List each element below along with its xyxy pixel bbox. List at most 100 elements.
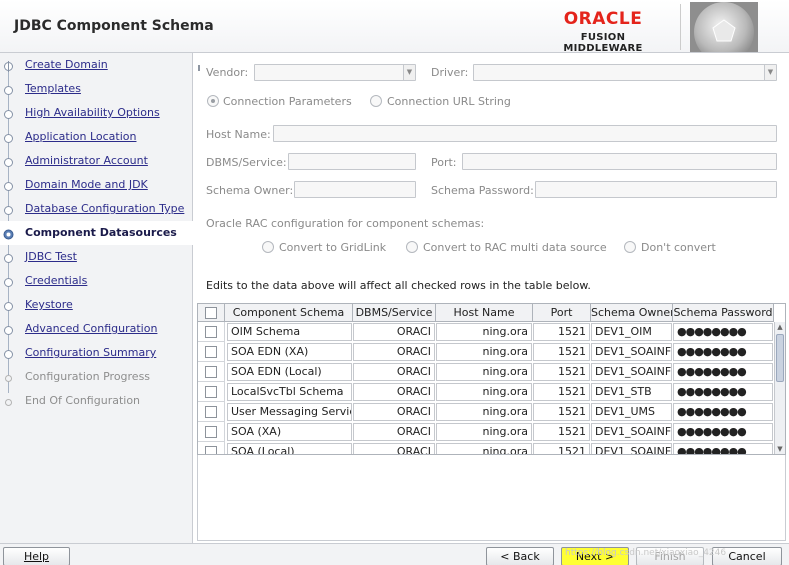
nav-step-templates[interactable]: Templates <box>0 77 193 101</box>
scroll-up-icon[interactable]: ▲ <box>775 322 785 332</box>
table-row[interactable]: SOA (Local) ORACI ning.ora 1521 DEV1_SOA… <box>198 442 774 454</box>
column-header-schema[interactable]: Component Schema <box>225 304 353 322</box>
password-cell[interactable]: ●●●●●●●● <box>673 343 773 361</box>
nav-step-create-domain[interactable]: Create Domain <box>0 53 193 77</box>
nav-step-component-datasources[interactable]: Component Datasources <box>0 221 193 245</box>
step-done-icon <box>4 110 13 119</box>
back-button[interactable]: < Back <box>486 547 554 565</box>
password-cell[interactable]: ●●●●●●●● <box>673 443 773 454</box>
vendor-select[interactable]: ▼ <box>254 64 416 81</box>
port-field[interactable] <box>462 153 777 170</box>
schema-cell[interactable]: SOA EDN (XA) <box>227 343 352 361</box>
password-cell[interactable]: ●●●●●●●● <box>673 363 773 381</box>
table-row[interactable]: OIM Schema ORACI ning.ora 1521 DEV1_OIM … <box>198 322 774 342</box>
row-checkbox[interactable] <box>205 426 217 438</box>
port-cell[interactable]: 1521 <box>533 403 590 421</box>
dbms-cell[interactable]: ORACI <box>353 363 435 381</box>
column-header-owner[interactable]: Schema Owner <box>591 304 673 322</box>
port-cell[interactable]: 1521 <box>533 423 590 441</box>
help-button[interactable]: Help <box>3 547 70 565</box>
table-row[interactable]: User Messaging Servic ORACI ning.ora 152… <box>198 402 774 422</box>
row-checkbox[interactable] <box>205 366 217 378</box>
nav-step-database-config-type[interactable]: Database Configuration Type <box>0 197 193 221</box>
owner-cell[interactable]: DEV1_STB <box>591 383 672 401</box>
dbms-service-field[interactable] <box>288 153 416 170</box>
owner-cell[interactable]: DEV1_OIM <box>591 323 672 341</box>
row-checkbox[interactable] <box>205 446 217 454</box>
dbms-cell[interactable]: ORACI <box>353 323 435 341</box>
connection-parameters-radio[interactable] <box>207 95 219 107</box>
table-row[interactable]: LocalSvcTbl Schema ORACI ning.ora 1521 D… <box>198 382 774 402</box>
nav-step-label: Templates <box>25 82 81 95</box>
scroll-down-icon[interactable]: ▼ <box>775 444 785 454</box>
step-done-icon <box>4 350 13 359</box>
nav-step-application-location[interactable]: Application Location <box>0 125 193 149</box>
dont-convert-radio[interactable] <box>624 241 636 253</box>
port-cell[interactable]: 1521 <box>533 363 590 381</box>
column-header-password[interactable]: Schema Password <box>673 304 774 322</box>
dbms-cell[interactable]: ORACI <box>353 423 435 441</box>
schema-cell[interactable]: SOA (XA) <box>227 423 352 441</box>
table-row[interactable]: SOA EDN (XA) ORACI ning.ora 1521 DEV1_SO… <box>198 342 774 362</box>
dbms-cell[interactable]: ORACI <box>353 403 435 421</box>
nav-step-high-availability[interactable]: High Availability Options <box>0 101 193 125</box>
host-name-field[interactable] <box>273 125 777 142</box>
owner-cell[interactable]: DEV1_SOAINF <box>591 423 672 441</box>
owner-cell[interactable]: DEV1_SOAINF <box>591 443 672 454</box>
nav-step-label: High Availability Options <box>25 106 160 119</box>
port-cell[interactable]: 1521 <box>533 443 590 454</box>
host-cell[interactable]: ning.ora <box>436 423 532 441</box>
port-cell[interactable]: 1521 <box>533 323 590 341</box>
port-cell[interactable]: 1521 <box>533 343 590 361</box>
row-checkbox[interactable] <box>205 326 217 338</box>
table-row[interactable]: SOA EDN (Local) ORACI ning.ora 1521 DEV1… <box>198 362 774 382</box>
connection-url-radio[interactable] <box>370 95 382 107</box>
select-all-checkbox[interactable] <box>205 307 217 319</box>
schema-password-field[interactable] <box>535 181 777 198</box>
password-cell[interactable]: ●●●●●●●● <box>673 383 773 401</box>
nav-step-credentials[interactable]: Credentials <box>0 269 193 293</box>
password-cell[interactable]: ●●●●●●●● <box>673 323 773 341</box>
host-cell[interactable]: ning.ora <box>436 403 532 421</box>
driver-select[interactable]: ▼ <box>473 64 777 81</box>
dbms-cell[interactable]: ORACI <box>353 383 435 401</box>
scrollbar-thumb[interactable] <box>776 334 784 382</box>
nav-step-administrator-account[interactable]: Administrator Account <box>0 149 193 173</box>
owner-cell[interactable]: DEV1_SOAINF <box>591 343 672 361</box>
port-cell[interactable]: 1521 <box>533 383 590 401</box>
convert-gridlink-radio[interactable] <box>262 241 274 253</box>
dbms-cell[interactable]: ORACI <box>353 343 435 361</box>
host-cell[interactable]: ning.ora <box>436 363 532 381</box>
step-done-icon <box>4 134 13 143</box>
row-checkbox[interactable] <box>205 406 217 418</box>
password-cell[interactable]: ●●●●●●●● <box>673 403 773 421</box>
row-checkbox[interactable] <box>205 346 217 358</box>
step-done-icon <box>4 86 13 95</box>
schema-cell[interactable]: SOA (Local) <box>227 443 352 454</box>
nav-step-configuration-summary[interactable]: Configuration Summary <box>0 341 193 365</box>
row-checkbox[interactable] <box>205 386 217 398</box>
convert-multi-datasource-radio[interactable] <box>406 241 418 253</box>
dbms-cell[interactable]: ORACI <box>353 443 435 454</box>
host-cell[interactable]: ning.ora <box>436 343 532 361</box>
schema-cell[interactable]: User Messaging Servic <box>227 403 352 421</box>
nav-step-domain-mode[interactable]: Domain Mode and JDK <box>0 173 193 197</box>
owner-cell[interactable]: DEV1_UMS <box>591 403 672 421</box>
schema-cell[interactable]: SOA EDN (Local) <box>227 363 352 381</box>
nav-step-jdbc-test[interactable]: JDBC Test <box>0 245 193 269</box>
password-cell[interactable]: ●●●●●●●● <box>673 423 773 441</box>
table-vertical-scrollbar[interactable]: ▲ ▼ <box>774 322 785 454</box>
column-header-host[interactable]: Host Name <box>436 304 533 322</box>
table-row[interactable]: SOA (XA) ORACI ning.ora 1521 DEV1_SOAINF… <box>198 422 774 442</box>
nav-step-keystore[interactable]: Keystore <box>0 293 193 317</box>
schema-cell[interactable]: OIM Schema <box>227 323 352 341</box>
schema-cell[interactable]: LocalSvcTbl Schema <box>227 383 352 401</box>
column-header-dbms[interactable]: DBMS/Service <box>353 304 436 322</box>
host-cell[interactable]: ning.ora <box>436 443 532 454</box>
host-cell[interactable]: ning.ora <box>436 323 532 341</box>
nav-step-advanced-configuration[interactable]: Advanced Configuration <box>0 317 193 341</box>
column-header-port[interactable]: Port <box>533 304 591 322</box>
schema-owner-field[interactable] <box>294 181 416 198</box>
host-cell[interactable]: ning.ora <box>436 383 532 401</box>
owner-cell[interactable]: DEV1_SOAINF <box>591 363 672 381</box>
